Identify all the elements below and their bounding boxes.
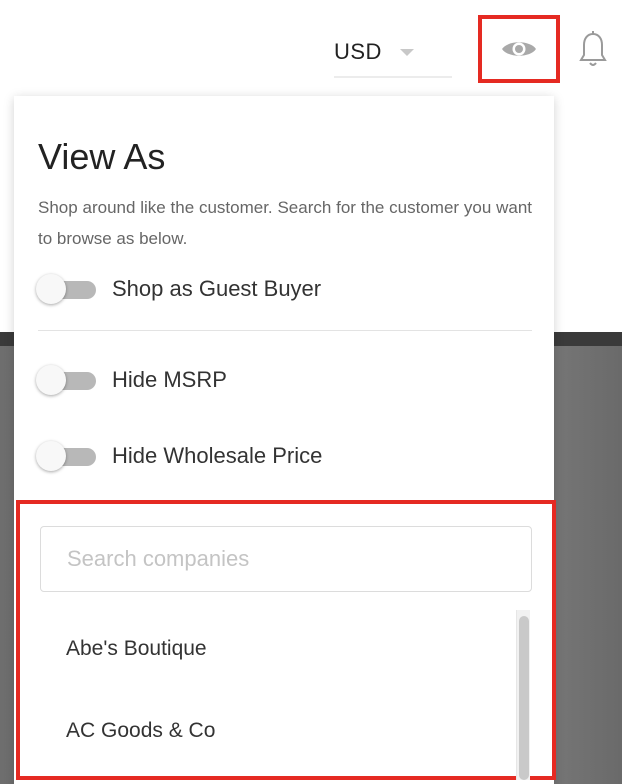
toggle-switch[interactable] bbox=[36, 274, 96, 304]
company-list: Abe's Boutique AC Goods & Co bbox=[40, 608, 512, 772]
toggle-knob bbox=[36, 441, 66, 471]
toggle-hide-msrp[interactable]: Hide MSRP bbox=[36, 365, 227, 395]
panel-description: Shop around like the customer. Search fo… bbox=[38, 198, 532, 248]
currency-label: USD bbox=[334, 39, 382, 64]
list-item[interactable]: Abe's Boutique bbox=[40, 608, 512, 690]
view-as-panel: View As Shop around like the customer. S… bbox=[14, 96, 556, 784]
toggle-hide-wholesale[interactable]: Hide Wholesale Price bbox=[36, 441, 323, 471]
toggle-guest-buyer[interactable]: Shop as Guest Buyer bbox=[36, 274, 322, 304]
eye-icon bbox=[502, 42, 536, 56]
bell-icon[interactable] bbox=[578, 30, 608, 70]
toggle-knob bbox=[36, 365, 66, 395]
toggle-label: Hide Wholesale Price bbox=[112, 443, 323, 468]
toggle-label: Shop as Guest Buyer bbox=[112, 276, 322, 301]
page: USD View As Shop around like the custome… bbox=[0, 0, 622, 784]
company-search-section: Abe's Boutique AC Goods & Co bbox=[16, 500, 556, 780]
caret-down-icon bbox=[399, 48, 414, 56]
currency-selector[interactable]: USD bbox=[334, 28, 452, 78]
list-item[interactable]: AC Goods & Co bbox=[40, 690, 512, 772]
toggle-switch[interactable] bbox=[36, 365, 96, 395]
view-as-button[interactable] bbox=[478, 15, 560, 83]
panel-title: View As bbox=[38, 136, 166, 177]
toggle-knob bbox=[36, 274, 66, 304]
toggle-label: Hide MSRP bbox=[112, 367, 227, 392]
search-companies-input[interactable] bbox=[40, 526, 532, 592]
scrollbar-thumb[interactable] bbox=[519, 616, 529, 780]
toggle-switch[interactable] bbox=[36, 441, 96, 471]
divider bbox=[38, 330, 532, 331]
